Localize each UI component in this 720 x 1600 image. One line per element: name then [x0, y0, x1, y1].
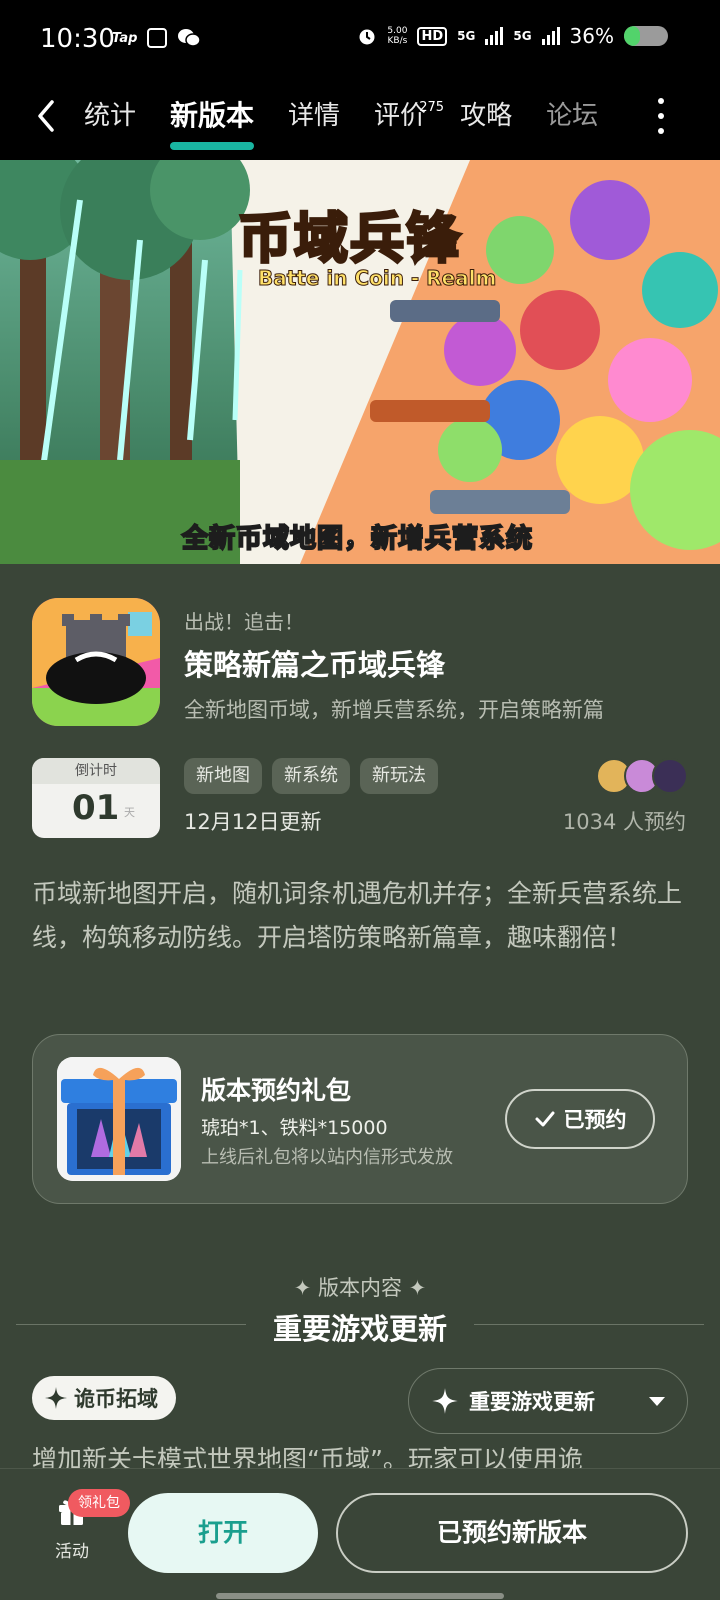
gift-box-icon [57, 1057, 181, 1181]
avatar [652, 758, 688, 794]
version-tagline: 出战！追击！ [184, 610, 304, 634]
banner-subtitle: Batte in Coin - Realm [257, 266, 497, 291]
tab-new-version[interactable]: 新版本 [170, 92, 272, 150]
review-count-badge: 275 [419, 100, 445, 115]
back-arrow-icon[interactable] [30, 96, 66, 136]
gift-reserved-label: 已预约 [563, 1108, 627, 1132]
content-filter-dropdown[interactable]: 重要游戏更新 [408, 1368, 688, 1434]
tab-guides[interactable]: 攻略 [460, 92, 530, 140]
status-time: 10:30 [40, 24, 115, 54]
checkmark-icon [535, 1111, 554, 1127]
version-title: 策略新篇之币域兵锋 [184, 648, 446, 682]
open-button[interactable]: 打开 [128, 1493, 318, 1573]
tab-forum[interactable]: 论坛 [546, 92, 616, 140]
app-notification-icon [147, 28, 168, 48]
dropdown-selected-value: 重要游戏更新 [469, 1390, 595, 1414]
hd-icon: HD [417, 26, 448, 46]
countdown-value: 01 [72, 788, 120, 828]
game-app-icon [32, 598, 160, 726]
feature-chips: 新地图 新系统 新玩法 [184, 758, 438, 794]
notification-icons: Tap [112, 28, 202, 48]
version-description: 全新地图币域，新增兵营系统，开启策略新篇 [184, 698, 604, 722]
gift-title: 版本预约礼包 [201, 1076, 352, 1105]
banner-caption: 全新币域地图，新增兵营系统 [181, 523, 534, 555]
gift-note: 上线后礼包将以站内信形式发放 [201, 1147, 453, 1168]
chip-new-gameplay: 新玩法 [360, 758, 438, 794]
reserver-avatars [596, 758, 688, 794]
tab-label: 攻略 [460, 101, 513, 131]
reserve-count: 1034 人预约 [562, 810, 686, 834]
chip-new-map: 新地图 [184, 758, 262, 794]
section-title: 重要游戏更新 [272, 1312, 447, 1346]
tab-reviews[interactable]: 评价 275 [374, 92, 444, 140]
bottom-action-bar: 活动 领礼包 打开 已预约新版本 [0, 1468, 720, 1600]
sparkle-icon [45, 1387, 67, 1409]
system-icons: 5.00 KB/s HD 5G 5G 36% [357, 24, 668, 48]
content-category-label: 诡币拓域 [74, 1387, 158, 1411]
net-speed-value: 5.00 [387, 26, 408, 36]
gift-claim-badge: 领礼包 [68, 1489, 130, 1517]
update-date: 12月12日更新 [184, 810, 322, 834]
gift-items: 琥珀*1、铁料*15000 [201, 1117, 388, 1139]
active-tab-indicator [170, 142, 255, 150]
signal-bars-icon [541, 27, 560, 45]
top-nav: 统计 新版本 详情 评价 275 攻略 论坛 [0, 78, 720, 160]
tab-label: 论坛 [546, 101, 599, 131]
version-banner: 币域兵锋 Batte in Coin - Realm 全新币域地图，新增兵营系统 [0, 160, 720, 564]
gift-reserved-button[interactable]: 已预约 [505, 1089, 655, 1149]
tab-label: 详情 [288, 101, 341, 131]
countdown-label: 倒计时 [32, 758, 160, 784]
more-options-icon[interactable] [656, 98, 666, 134]
status-bar: 10:30 Tap 5.00 KB/s HD 5G 5G 36% [0, 0, 720, 78]
tab-bar: 统计 新版本 详情 评价 275 攻略 论坛 [84, 92, 632, 150]
countdown-unit: 天 [124, 806, 135, 819]
tab-label: 新版本 [170, 99, 255, 132]
countdown-card: 倒计时 01 天 [32, 758, 160, 838]
battery-icon [624, 26, 668, 46]
alarm-icon [359, 29, 375, 45]
net-speed-unit: KB/s [387, 36, 408, 46]
home-indicator[interactable] [216, 1593, 504, 1599]
wechat-icon [178, 29, 202, 47]
banner-title: 币域兵锋 [237, 206, 462, 272]
reserved-new-version-button[interactable]: 已预约新版本 [336, 1493, 688, 1573]
tab-stats[interactable]: 统计 [84, 92, 154, 140]
signal-label-1: 5G [457, 29, 476, 43]
taptap-icon: Tap [112, 30, 138, 46]
activity-label: 活动 [55, 1542, 89, 1562]
version-intro: 币域新地图开启，随机词条机遇危机并存；全新兵营系统上线，构筑移动防线。开启塔防策… [32, 879, 683, 952]
tab-label: 统计 [84, 101, 137, 131]
content-category-pill: 诡币拓域 [32, 1376, 176, 1420]
signal-label-2: 5G [513, 29, 532, 43]
chip-new-system: 新系统 [272, 758, 350, 794]
content-text: 增加新关卡模式世界地图“币域”。玩家可以使用诡 [32, 1445, 583, 1470]
signal-bars-icon [485, 27, 504, 45]
reserve-gift-card: 版本预约礼包 琥珀*1、铁料*15000 上线后礼包将以站内信形式发放 已预约 [32, 1034, 688, 1204]
battery-percent: 36% [569, 24, 614, 48]
tab-details[interactable]: 详情 [288, 92, 358, 140]
sparkle-icon [432, 1388, 458, 1414]
caret-down-icon [649, 1396, 665, 1406]
net-speed: 5.00 KB/s [387, 26, 407, 46]
section-subtitle: ✦ 版本内容 ✦ [293, 1276, 427, 1300]
